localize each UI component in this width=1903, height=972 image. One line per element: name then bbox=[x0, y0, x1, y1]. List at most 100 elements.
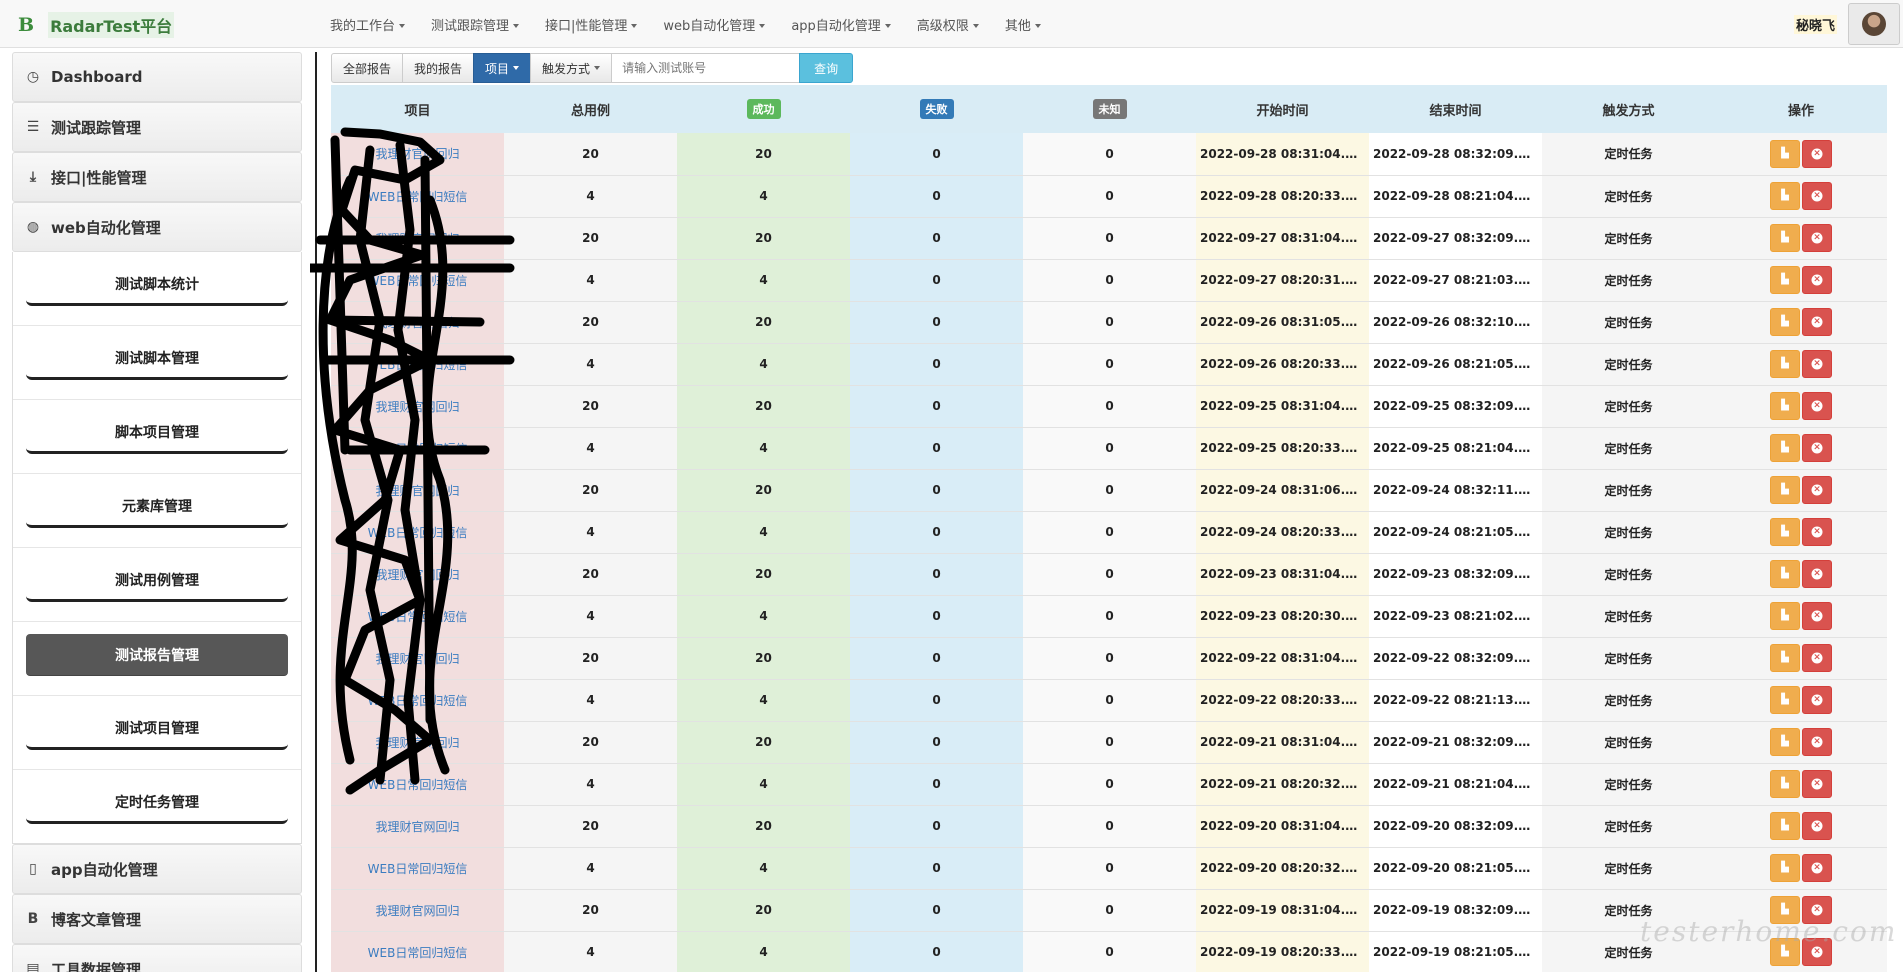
header-project[interactable]: 项目 bbox=[331, 85, 504, 133]
view-report-button[interactable]: ▙ bbox=[1770, 770, 1800, 798]
view-report-button[interactable]: ▙ bbox=[1770, 476, 1800, 504]
submenu-scheduled-task-management[interactable]: 定时任务管理 bbox=[26, 782, 288, 824]
header-total[interactable]: 总用例 bbox=[504, 85, 677, 133]
cell-end-time: 2022-09-20 08:32:09.493... bbox=[1369, 805, 1542, 848]
cell-project[interactable]: WEB日常回归短信 bbox=[331, 511, 504, 554]
nav-menu-workbench[interactable]: 我的工作台 bbox=[330, 15, 406, 34]
cell-fail: 0 bbox=[850, 889, 1023, 932]
nav-menu-web-automation[interactable]: web自动化管理 bbox=[663, 15, 766, 34]
sidebar-item-dashboard[interactable]: ◷ Dashboard bbox=[12, 52, 302, 102]
delete-report-button[interactable]: × bbox=[1802, 812, 1832, 840]
cell-project[interactable]: WEB日常回归短信 bbox=[331, 595, 504, 638]
cell-project[interactable]: 我理财官网回归 bbox=[331, 133, 504, 176]
delete-report-button[interactable]: × bbox=[1802, 518, 1832, 546]
all-reports-button[interactable]: 全部报告 bbox=[331, 53, 404, 83]
delete-report-button[interactable]: × bbox=[1802, 224, 1832, 252]
view-report-button[interactable]: ▙ bbox=[1770, 686, 1800, 714]
project-dropdown[interactable]: 项目 bbox=[473, 53, 532, 83]
view-report-button[interactable]: ▙ bbox=[1770, 812, 1800, 840]
cell-project[interactable]: 我理财官网回归 bbox=[331, 805, 504, 848]
cell-project[interactable]: 我理财官网回归 bbox=[331, 889, 504, 932]
submenu-test-project-management[interactable]: 测试项目管理 bbox=[26, 708, 288, 750]
cell-project[interactable]: 我理财官网回归 bbox=[331, 553, 504, 596]
cell-project[interactable]: WEB日常回归短信 bbox=[331, 175, 504, 218]
view-report-button[interactable]: ▙ bbox=[1770, 392, 1800, 420]
user-name[interactable]: 秘晓飞 bbox=[1794, 15, 1838, 34]
view-report-button[interactable]: ▙ bbox=[1770, 434, 1800, 462]
delete-report-button[interactable]: × bbox=[1802, 139, 1832, 168]
submenu-script-project-management[interactable]: 脚本项目管理 bbox=[26, 412, 288, 454]
view-report-button[interactable]: ▙ bbox=[1770, 224, 1800, 252]
delete-report-button[interactable]: × bbox=[1802, 560, 1832, 588]
view-report-button[interactable]: ▙ bbox=[1770, 182, 1800, 210]
header-start-time[interactable]: 开始时间 bbox=[1196, 85, 1369, 133]
view-report-button[interactable]: ▙ bbox=[1770, 854, 1800, 882]
delete-report-button[interactable]: × bbox=[1802, 770, 1832, 798]
sidebar-item-api-performance[interactable]: ⤓ 接口|性能管理 bbox=[12, 152, 302, 202]
submenu-script-management[interactable]: 测试脚本管理 bbox=[26, 338, 288, 380]
view-report-button[interactable]: ▙ bbox=[1770, 518, 1800, 546]
cell-project[interactable]: 我理财官网回归 bbox=[331, 217, 504, 260]
cell-project[interactable]: WEB日常回归短信 bbox=[331, 343, 504, 386]
delete-report-button[interactable]: × bbox=[1802, 644, 1832, 672]
search-button[interactable]: 查询 bbox=[799, 53, 854, 83]
nav-menu-other[interactable]: 其他 bbox=[1005, 15, 1041, 34]
cell-project[interactable]: 我理财官网回归 bbox=[331, 469, 504, 512]
submenu-test-case-management[interactable]: 测试用例管理 bbox=[26, 560, 288, 602]
sidebar-item-tool-data[interactable]: ▤ 工具数据管理 bbox=[12, 944, 302, 972]
cell-project[interactable]: WEB日常回归短信 bbox=[331, 679, 504, 722]
view-report-button[interactable]: ▙ bbox=[1770, 139, 1800, 168]
nav-menu-api-performance[interactable]: 接口|性能管理 bbox=[545, 15, 638, 34]
sidebar-item-blog-articles[interactable]: B 博客文章管理 bbox=[12, 894, 302, 944]
delete-report-button[interactable]: × bbox=[1802, 392, 1832, 420]
view-report-button[interactable]: ▙ bbox=[1770, 266, 1800, 294]
header-trigger[interactable]: 触发方式 bbox=[1542, 85, 1715, 133]
submenu-script-stats[interactable]: 测试脚本统计 bbox=[26, 264, 288, 306]
cell-project[interactable]: WEB日常回归短信 bbox=[331, 931, 504, 972]
brand-name[interactable]: RadarTest平台 bbox=[48, 12, 175, 38]
delete-report-button[interactable]: × bbox=[1802, 476, 1832, 504]
delete-report-button[interactable]: × bbox=[1802, 602, 1832, 630]
view-report-button[interactable]: ▙ bbox=[1770, 602, 1800, 630]
header-success[interactable]: 成功 bbox=[677, 85, 850, 133]
view-report-button[interactable]: ▙ bbox=[1770, 308, 1800, 336]
brand[interactable]: B RadarTest平台 bbox=[18, 12, 175, 38]
delete-report-button[interactable]: × bbox=[1802, 308, 1832, 336]
cell-operations: ▙ × bbox=[1715, 175, 1887, 218]
submenu-test-report-management[interactable]: 测试报告管理 bbox=[26, 634, 288, 676]
avatar[interactable] bbox=[1848, 3, 1900, 45]
sidebar-item-test-tracking[interactable]: ☰ 测试跟踪管理 bbox=[12, 102, 302, 152]
account-search-input[interactable] bbox=[611, 53, 801, 83]
delete-report-button[interactable]: × bbox=[1802, 350, 1832, 378]
header-unknown[interactable]: 未知 bbox=[1023, 85, 1196, 133]
cell-project[interactable]: 我理财官网回归 bbox=[331, 637, 504, 680]
trigger-dropdown[interactable]: 触发方式 bbox=[530, 53, 613, 83]
nav-menu-app-automation[interactable]: app自动化管理 bbox=[791, 15, 891, 34]
delete-report-button[interactable]: × bbox=[1802, 266, 1832, 294]
delete-report-button[interactable]: × bbox=[1802, 434, 1832, 462]
header-fail[interactable]: 失败 bbox=[850, 85, 1023, 133]
cell-project[interactable]: 我理财官网回归 bbox=[331, 385, 504, 428]
cell-project[interactable]: 我理财官网回归 bbox=[331, 721, 504, 764]
nav-menu-advanced-permissions[interactable]: 高级权限 bbox=[917, 15, 979, 34]
view-report-button[interactable]: ▙ bbox=[1770, 644, 1800, 672]
delete-report-button[interactable]: × bbox=[1802, 728, 1832, 756]
delete-report-button[interactable]: × bbox=[1802, 182, 1832, 210]
cell-project[interactable]: WEB日常回归短信 bbox=[331, 259, 504, 302]
submenu-element-library[interactable]: 元素库管理 bbox=[26, 486, 288, 528]
sidebar-item-app-automation[interactable]: ▯ app自动化管理 bbox=[12, 844, 302, 894]
header-end-time[interactable]: 结束时间 bbox=[1369, 85, 1542, 133]
my-reports-button[interactable]: 我的报告 bbox=[402, 53, 475, 83]
cell-unknown: 0 bbox=[1023, 889, 1196, 932]
view-report-button[interactable]: ▙ bbox=[1770, 350, 1800, 378]
view-report-button[interactable]: ▙ bbox=[1770, 728, 1800, 756]
cell-project[interactable]: WEB日常回归短信 bbox=[331, 763, 504, 806]
delete-report-button[interactable]: × bbox=[1802, 686, 1832, 714]
delete-report-button[interactable]: × bbox=[1802, 854, 1832, 882]
sidebar-item-web-automation[interactable]: ◍ web自动化管理 bbox=[12, 202, 302, 252]
cell-project[interactable]: 我理财官网回归 bbox=[331, 301, 504, 344]
cell-project[interactable]: WEB日常回归短信 bbox=[331, 427, 504, 470]
cell-project[interactable]: WEB日常回归短信 bbox=[331, 847, 504, 890]
nav-menu-test-tracking[interactable]: 测试跟踪管理 bbox=[431, 15, 520, 34]
view-report-button[interactable]: ▙ bbox=[1770, 560, 1800, 588]
